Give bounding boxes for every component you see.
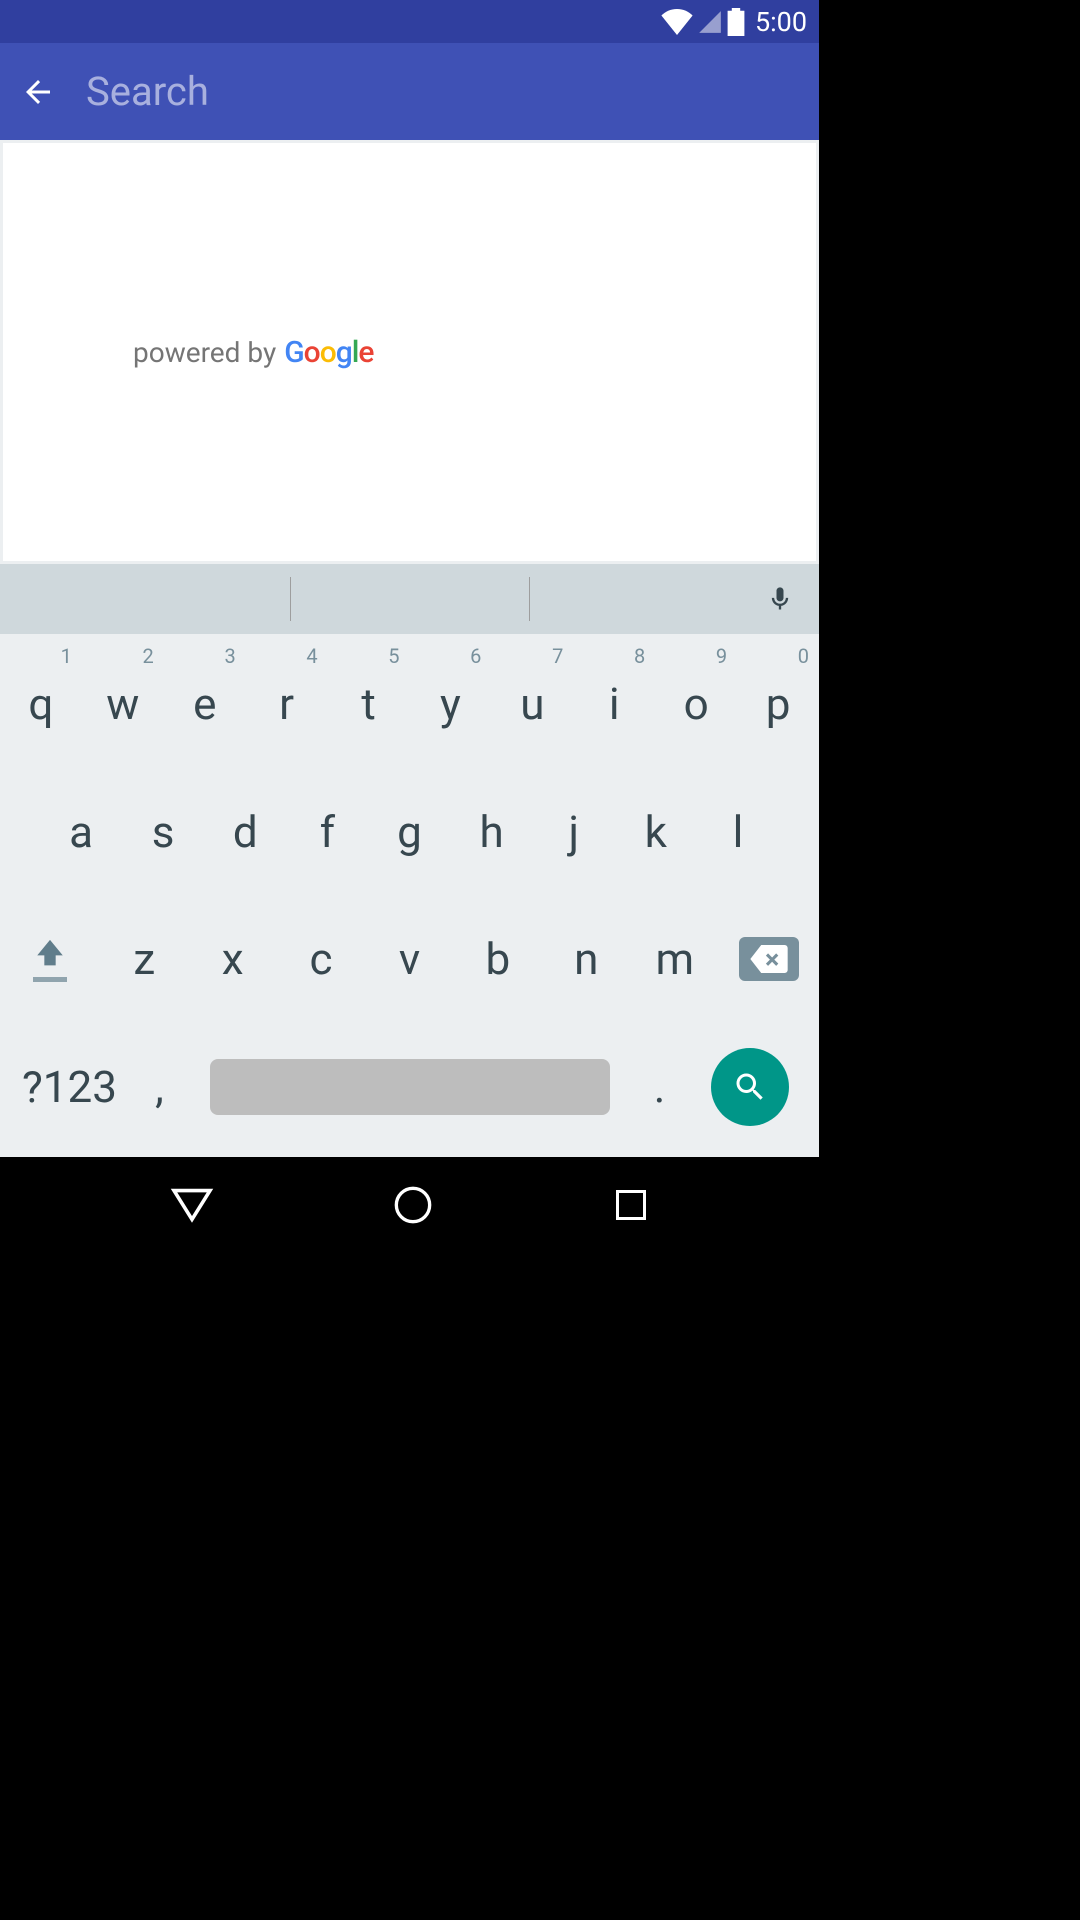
key-p[interactable]: p0: [737, 640, 819, 768]
powered-by-label: powered by Google: [133, 171, 373, 533]
key-m[interactable]: m: [631, 896, 719, 1024]
key-x[interactable]: x: [188, 896, 276, 1024]
key-b[interactable]: b: [454, 896, 542, 1024]
search-input[interactable]: [86, 68, 799, 115]
key-h[interactable]: h: [451, 768, 533, 896]
key-t[interactable]: t5: [328, 640, 410, 768]
enter-key[interactable]: [700, 1048, 800, 1126]
navigation-bar: [0, 1157, 819, 1253]
key-n[interactable]: n: [542, 896, 630, 1024]
keyboard: q1 w2 e3 r4 t5 y6 u7 i8 o9 p0 a s d f g …: [0, 564, 819, 1157]
key-s[interactable]: s: [122, 768, 204, 896]
key-v[interactable]: v: [365, 896, 453, 1024]
app-bar: [0, 43, 819, 140]
suggestion-divider: [290, 577, 291, 621]
key-y[interactable]: y6: [410, 640, 492, 768]
key-row-3: z x c v b n m: [0, 896, 819, 1024]
key-o[interactable]: o9: [655, 640, 737, 768]
nav-home-icon[interactable]: [393, 1185, 433, 1225]
backspace-key[interactable]: [719, 937, 819, 981]
key-d[interactable]: d: [204, 768, 286, 896]
nav-back-icon[interactable]: [170, 1187, 214, 1223]
key-rows: q1 w2 e3 r4 t5 y6 u7 i8 o9 p0 a s d f g …: [0, 634, 819, 1157]
key-row-2: a s d f g h j k l: [0, 768, 819, 896]
back-arrow-icon[interactable]: [20, 74, 56, 110]
key-e[interactable]: e3: [164, 640, 246, 768]
period-key[interactable]: .: [620, 1023, 700, 1151]
search-icon: [732, 1069, 768, 1105]
wifi-icon: [661, 9, 693, 35]
comma-key[interactable]: ,: [120, 1023, 200, 1151]
status-time: 5:00: [755, 6, 807, 38]
key-row-1: q1 w2 e3 r4 t5 y6 u7 i8 o9 p0: [0, 640, 819, 768]
google-logo: Google: [284, 335, 373, 370]
signal-icon: [697, 9, 723, 35]
shift-underline: [33, 977, 67, 982]
key-a[interactable]: a: [40, 768, 122, 896]
key-w[interactable]: w2: [82, 640, 164, 768]
key-z[interactable]: z: [100, 896, 188, 1024]
key-c[interactable]: c: [277, 896, 365, 1024]
key-q[interactable]: q1: [0, 640, 82, 768]
key-k[interactable]: k: [615, 768, 697, 896]
shift-key[interactable]: [0, 937, 100, 982]
suggestion-divider: [529, 577, 530, 621]
key-j[interactable]: j: [533, 768, 615, 896]
shift-icon: [31, 937, 69, 971]
key-r[interactable]: r4: [246, 640, 328, 768]
key-u[interactable]: u7: [491, 640, 573, 768]
backspace-icon: [749, 945, 789, 973]
symbols-key[interactable]: ?123: [20, 1023, 120, 1151]
powered-by-text: powered by: [133, 336, 276, 369]
key-i[interactable]: i8: [573, 640, 655, 768]
key-g[interactable]: g: [368, 768, 450, 896]
space-key[interactable]: [210, 1059, 610, 1115]
content-area: powered by Google: [0, 140, 819, 564]
suggestion-bar: [0, 564, 819, 634]
key-l[interactable]: l: [697, 768, 779, 896]
key-row-4: ?123 , .: [0, 1023, 819, 1151]
nav-recent-icon[interactable]: [613, 1187, 649, 1223]
results-card: powered by Google: [3, 143, 816, 561]
status-bar: 5:00: [0, 0, 819, 43]
mic-icon[interactable]: [766, 581, 794, 617]
battery-icon: [727, 8, 745, 36]
key-f[interactable]: f: [286, 768, 368, 896]
